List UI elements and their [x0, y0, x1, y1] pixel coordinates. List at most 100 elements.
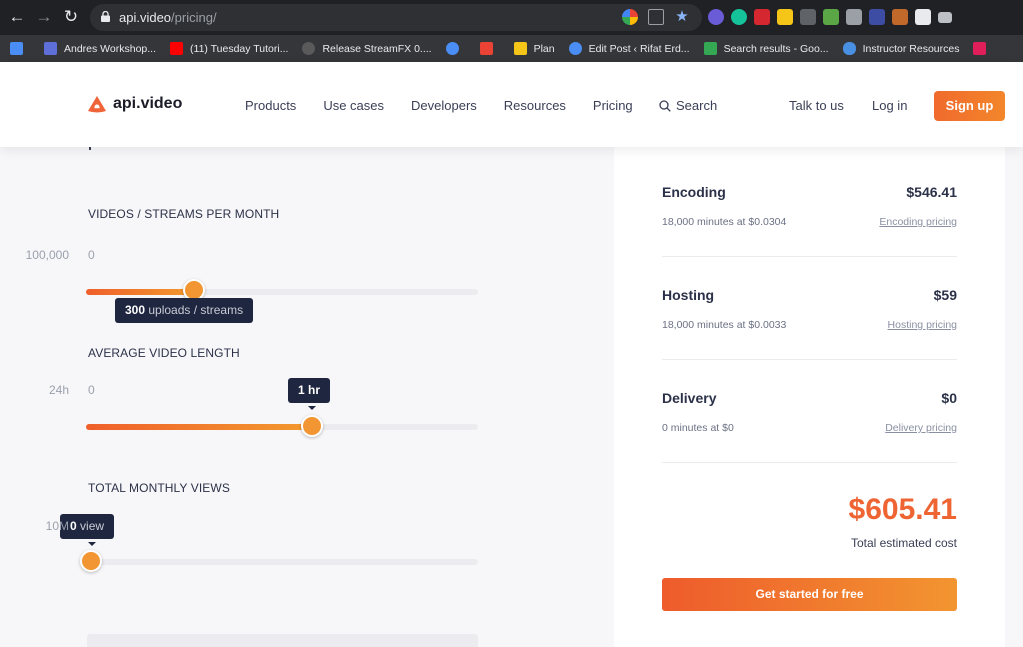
bookmark-item[interactable]: [445, 42, 466, 55]
logo[interactable]: api.video: [87, 95, 182, 113]
bookmark-item[interactable]: Plan: [513, 42, 555, 55]
bookmark-item[interactable]: Andres Workshop...: [44, 42, 156, 55]
main-nav: Products Use cases Developers Resources …: [245, 98, 660, 113]
search-icon: [659, 99, 671, 112]
reload-icon[interactable]: ↻: [62, 8, 80, 26]
hosting-description: 18,000 minutes at $0.0033: [662, 319, 787, 331]
videos-min: 0: [88, 248, 95, 262]
views-slider-label: TOTAL MONTHLY VIEWS: [88, 481, 230, 495]
slack-icon: [973, 42, 987, 55]
miro-icon: [513, 42, 527, 55]
length-min: 0: [88, 383, 95, 397]
bookmark-item[interactable]: Edit Post ‹ Rifat Erd...: [568, 42, 690, 55]
recycle-icon[interactable]: [800, 9, 816, 25]
bookmark-item[interactable]: Search results - Goo...: [703, 42, 829, 55]
bookmark-item[interactable]: Release StreamFX 0....: [302, 42, 432, 55]
wordpress-icon: [445, 42, 459, 55]
total-cost-label: Total estimated cost: [850, 536, 957, 550]
miro-icon[interactable]: [777, 9, 793, 25]
videos-max: 100,000: [25, 248, 69, 262]
tooltip-arrow: [308, 406, 316, 410]
google-icon[interactable]: [622, 9, 638, 25]
length-slider-label: AVERAGE VIDEO LENGTH: [88, 346, 240, 360]
delivery-description: 0 minutes at $0: [662, 422, 734, 434]
bookmark-item[interactable]: [479, 42, 500, 55]
nav-use-cases[interactable]: Use cases: [323, 98, 384, 113]
length-value-tooltip: 1 hr: [288, 378, 331, 403]
divider: [662, 462, 957, 463]
encoding-title: Encoding: [662, 184, 726, 200]
bookmarks-bar: Andres Workshop... (11) Tuesday Tutori..…: [0, 35, 1023, 62]
bookmark-favicon-icon: [44, 42, 57, 55]
hosting-amount: $59: [933, 287, 957, 303]
delivery-amount: $0: [941, 390, 957, 406]
nav-products[interactable]: Products: [245, 98, 296, 113]
pricing-calculator: VIDEOS / STREAMS PER MONTH 0 100,000 300…: [0, 147, 1023, 647]
star-icon[interactable]: ★: [674, 9, 690, 25]
delivery-title: Delivery: [662, 390, 717, 406]
log-in-link[interactable]: Log in: [872, 98, 907, 113]
extension-icon[interactable]: [708, 9, 724, 25]
nav-resources[interactable]: Resources: [504, 98, 566, 113]
youtube-icon: [170, 42, 184, 55]
extension-icon[interactable]: [892, 9, 908, 25]
lock-icon: [101, 11, 110, 22]
scroll-marker: [89, 147, 91, 150]
api-video-logo-icon: [88, 96, 106, 113]
search-label: Search: [676, 98, 718, 113]
talk-to-us-link[interactable]: Talk to us: [789, 98, 844, 113]
bookmark-item[interactable]: [10, 42, 30, 55]
views-slider-track[interactable]: [86, 559, 478, 565]
next-section-card: [87, 634, 478, 647]
views-slider-thumb[interactable]: [80, 550, 102, 572]
videos-slider-label: VIDEOS / STREAMS PER MONTH: [88, 207, 280, 221]
length-slider-track[interactable]: [86, 424, 478, 430]
bookmark-item[interactable]: (11) Tuesday Tutori...: [170, 42, 288, 55]
encoding-pricing-link[interactable]: Encoding pricing: [879, 216, 957, 228]
browser-toolbar: ← → ↻ api.video/pricing/ ★: [0, 0, 1023, 35]
nav-search[interactable]: Search: [659, 98, 717, 113]
extension-icon[interactable]: [846, 9, 862, 25]
encoding-description: 18,000 minutes at $0.0304: [662, 216, 787, 228]
forward-icon[interactable]: →: [35, 8, 53, 26]
bookmark-item[interactable]: Instructor Resources: [842, 42, 959, 55]
divider: [662, 359, 957, 360]
videos-value-tooltip: 300 uploads / streams: [115, 298, 254, 323]
calculator-inputs: VIDEOS / STREAMS PER MONTH 0 100,000 300…: [0, 147, 614, 647]
delivery-pricing-link[interactable]: Delivery pricing: [885, 422, 957, 434]
address-bar[interactable]: api.video/pricing/ ★: [90, 4, 702, 31]
length-max: 24h: [48, 383, 69, 397]
hosting-title: Hosting: [662, 287, 715, 303]
share-icon[interactable]: [648, 9, 664, 25]
extension-icon[interactable]: [754, 9, 770, 25]
salesforce-icon: [842, 42, 856, 55]
grammarly-icon[interactable]: [731, 9, 747, 25]
logo-text: api.video: [113, 95, 183, 112]
divider: [662, 256, 957, 257]
puzzle-icon[interactable]: [915, 9, 931, 25]
extension-icon[interactable]: [823, 9, 839, 25]
reading-list-icon[interactable]: [938, 11, 952, 23]
videos-slider-track[interactable]: [86, 289, 478, 295]
sign-up-button[interactable]: Sign up: [934, 91, 1005, 121]
extensions-bar: [708, 7, 952, 27]
nav-developers[interactable]: Developers: [411, 98, 477, 113]
extension-icon[interactable]: [869, 9, 885, 25]
bookmark-item[interactable]: [973, 42, 993, 55]
back-icon[interactable]: ←: [8, 8, 26, 26]
hosting-pricing-link[interactable]: Hosting pricing: [888, 319, 957, 331]
github-icon: [302, 42, 316, 55]
page-gutter: [1005, 147, 1023, 647]
length-slider-fill: [86, 424, 312, 430]
get-started-button[interactable]: Get started for free: [662, 578, 957, 611]
wordpress-icon: [568, 42, 582, 55]
total-cost: $605.41: [848, 493, 957, 526]
url-text: api.video/pricing/: [119, 10, 217, 25]
encoding-amount: $546.41: [906, 184, 957, 200]
views-max: 10M: [45, 519, 69, 533]
apps-icon: [10, 42, 23, 55]
videos-slider-fill: [86, 289, 194, 295]
tooltip-arrow: [88, 542, 96, 546]
nav-pricing[interactable]: Pricing: [593, 98, 633, 113]
length-slider-thumb[interactable]: [301, 415, 323, 437]
